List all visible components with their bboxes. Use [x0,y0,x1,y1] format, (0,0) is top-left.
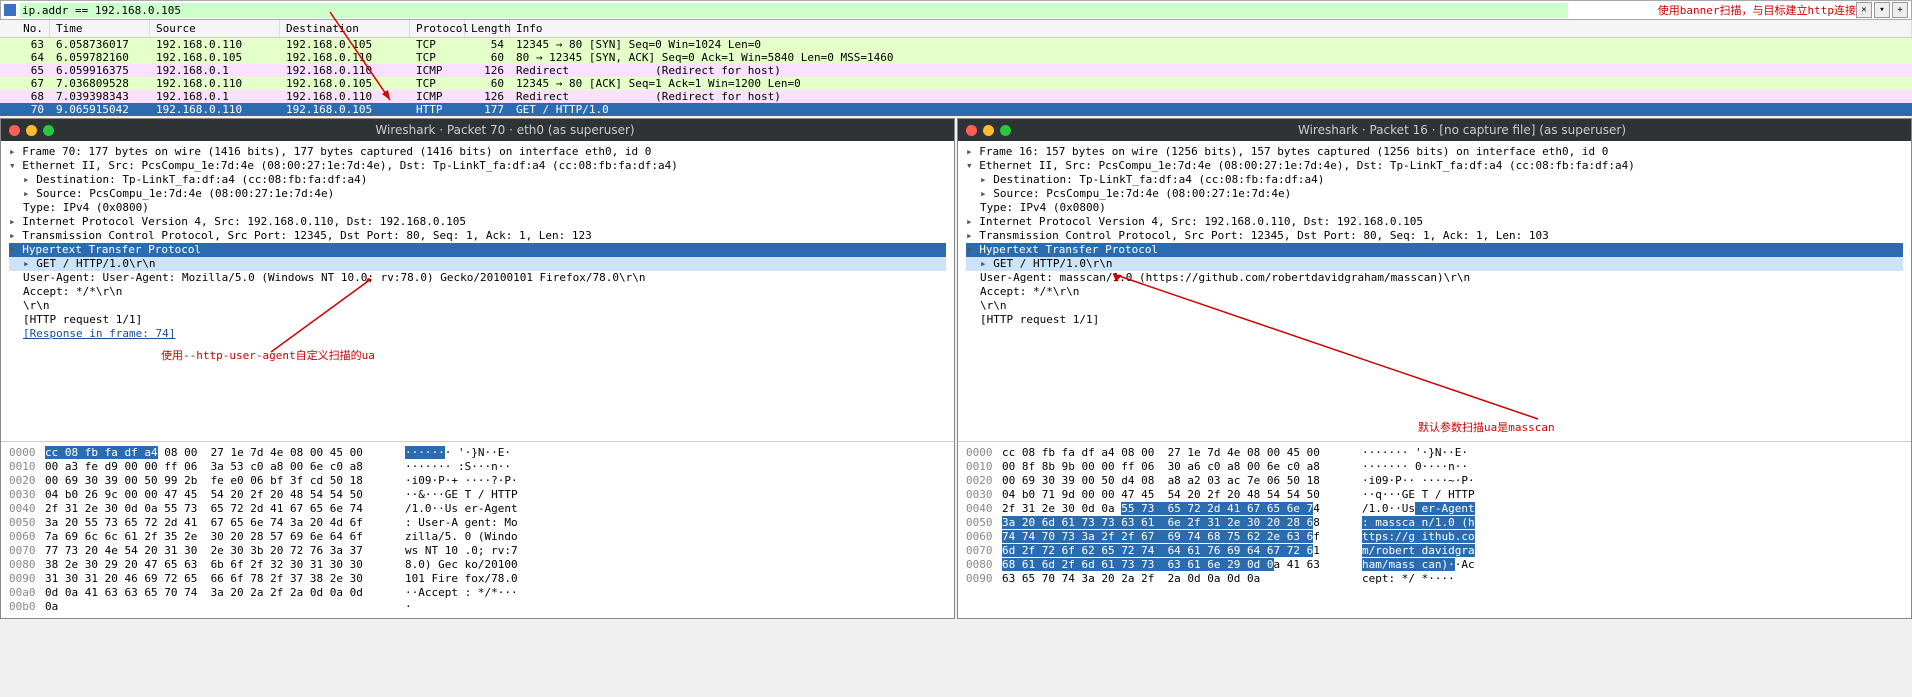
packet-row[interactable]: 646.059782160192.168.0.105192.168.0.110T… [0,51,1912,64]
hex-row[interactable]: 009063 65 70 74 3a 20 2a 2f 2a 0d 0a 0d … [966,572,1903,586]
tree-node[interactable]: Accept: */*\r\n [9,285,946,299]
hex-row[interactable]: 008038 2e 30 29 20 47 65 63 6b 6f 2f 32 … [9,558,946,572]
col-length[interactable]: Length [465,20,510,37]
window-title-right: Wireshark · Packet 16 · [no capture file… [1021,123,1903,137]
add-filter-button[interactable]: + [1892,2,1908,18]
hex-row[interactable]: 007077 73 20 4e 54 20 31 30 2e 30 3b 20 … [9,544,946,558]
tree-node[interactable]: Ethernet II, Src: PcsCompu_1e:7d:4e (08:… [966,159,1903,173]
tree-node[interactable]: Internet Protocol Version 4, Src: 192.16… [9,215,946,229]
hex-row[interactable]: 003004 b0 26 9c 00 00 47 45 54 20 2f 20 … [9,488,946,502]
tree-node[interactable]: Transmission Control Protocol, Src Port:… [9,229,946,243]
annotation-ua-custom: 使用--http-user-agent自定义扫描的ua [161,347,375,363]
display-filter-input[interactable] [20,3,1568,18]
hex-row[interactable]: 00b00a· [9,600,946,614]
tree-node[interactable]: User-Agent: masscan/1.0 (https://github.… [966,271,1903,285]
packet-list-header: No. Time Source Destination Protocol Len… [0,20,1912,38]
tree-node[interactable]: Hypertext Transfer Protocol [966,243,1903,257]
tree-node[interactable]: Accept: */*\r\n [966,285,1903,299]
tree-node[interactable]: [Response in frame: 74] [9,327,946,341]
hex-pane-left[interactable]: 0000cc 08 fb fa df a4 08 00 27 1e 7d 4e … [1,441,954,618]
hex-row[interactable]: 00a00d 0a 41 63 63 65 70 74 3a 20 2a 2f … [9,586,946,600]
col-destination[interactable]: Destination [280,20,410,37]
filter-dropdown-button[interactable]: ▾ [1874,2,1890,18]
tree-node[interactable]: User-Agent: User-Agent: Mozilla/5.0 (Win… [9,271,946,285]
tree-node[interactable]: \r\n [9,299,946,313]
window-title-left: Wireshark · Packet 70 · eth0 (as superus… [64,123,946,137]
hex-row[interactable]: 0000cc 08 fb fa df a4 08 00 27 1e 7d 4e … [9,446,946,460]
titlebar-left[interactable]: Wireshark · Packet 70 · eth0 (as superus… [1,119,954,141]
maximize-icon[interactable] [43,125,54,136]
packet-detail-window-right: Wireshark · Packet 16 · [no capture file… [957,118,1912,619]
hex-row[interactable]: 00706d 2f 72 6f 62 65 72 74 64 61 76 69 … [966,544,1903,558]
tree-node[interactable]: Source: PcsCompu_1e:7d:4e (08:00:27:1e:7… [9,187,946,201]
bookmark-icon[interactable] [4,4,16,16]
tree-node[interactable]: Transmission Control Protocol, Src Port:… [966,229,1903,243]
display-filter-bar: 使用banner扫描，与目标建立http连接 ✕ ▾ + [0,0,1912,20]
tree-node[interactable]: Frame 16: 157 bytes on wire (1256 bits),… [966,145,1903,159]
tree-node[interactable]: \r\n [966,299,1903,313]
packet-list-pane: No. Time Source Destination Protocol Len… [0,20,1912,116]
packet-row[interactable]: 677.036809528192.168.0.110192.168.0.105T… [0,77,1912,90]
tree-node[interactable]: [HTTP request 1/1] [9,313,946,327]
minimize-icon[interactable] [26,125,37,136]
tree-node[interactable]: GET / HTTP/1.0\r\n [9,257,946,271]
close-icon[interactable] [966,125,977,136]
clear-filter-button[interactable]: ✕ [1856,2,1872,18]
packet-row[interactable]: 687.039398343192.168.0.1192.168.0.110ICM… [0,90,1912,103]
packet-detail-window-left: Wireshark · Packet 70 · eth0 (as superus… [0,118,955,619]
hex-row[interactable]: 00402f 31 2e 30 0d 0a 55 73 65 72 2d 41 … [9,502,946,516]
col-source[interactable]: Source [150,20,280,37]
packet-row[interactable]: 709.065915042192.168.0.110192.168.0.105H… [0,103,1912,116]
packet-details-tree-right[interactable]: Frame 16: 157 bytes on wire (1256 bits),… [958,141,1911,441]
hex-row[interactable]: 001000 8f 8b 9b 00 00 ff 06 30 a6 c0 a8 … [966,460,1903,474]
hex-row[interactable]: 00607a 69 6c 6c 61 2f 35 2e 30 20 28 57 … [9,530,946,544]
hex-row[interactable]: 001000 a3 fe d9 00 00 ff 06 3a 53 c0 a8 … [9,460,946,474]
hex-row[interactable]: 003004 b0 71 9d 00 00 47 45 54 20 2f 20 … [966,488,1903,502]
close-icon[interactable] [9,125,20,136]
hex-row[interactable]: 00503a 20 6d 61 73 73 63 61 6e 2f 31 2e … [966,516,1903,530]
tree-node[interactable]: Hypertext Transfer Protocol [9,243,946,257]
hex-row[interactable]: 00402f 31 2e 30 0d 0a 55 73 65 72 2d 41 … [966,502,1903,516]
tree-node[interactable]: Type: IPv4 (0x0800) [9,201,946,215]
packet-row[interactable]: 656.059916375192.168.0.1192.168.0.110ICM… [0,64,1912,77]
hex-row[interactable]: 006074 74 70 73 3a 2f 2f 67 69 74 68 75 … [966,530,1903,544]
tree-node[interactable]: Type: IPv4 (0x0800) [966,201,1903,215]
packet-row[interactable]: 636.058736017192.168.0.110192.168.0.105T… [0,38,1912,51]
tree-node[interactable]: Internet Protocol Version 4, Src: 192.16… [966,215,1903,229]
minimize-icon[interactable] [983,125,994,136]
hex-row[interactable]: 009031 30 31 20 46 69 72 65 66 6f 78 2f … [9,572,946,586]
hex-pane-right[interactable]: 0000cc 08 fb fa df a4 08 00 27 1e 7d 4e … [958,441,1911,590]
hex-row[interactable]: 002000 69 30 39 00 50 d4 08 a8 a2 03 ac … [966,474,1903,488]
hex-row[interactable]: 008068 61 6d 2f 6d 61 73 73 63 61 6e 29 … [966,558,1903,572]
col-no[interactable]: No. [0,20,50,37]
col-protocol[interactable]: Protocol [410,20,465,37]
tree-node[interactable]: GET / HTTP/1.0\r\n [966,257,1903,271]
hex-row[interactable]: 0000cc 08 fb fa df a4 08 00 27 1e 7d 4e … [966,446,1903,460]
tree-node[interactable]: Destination: Tp-LinkT_fa:df:a4 (cc:08:fb… [966,173,1903,187]
annotation-filter: 使用banner扫描，与目标建立http连接 [1658,2,1856,18]
annotation-ua-default: 默认参数扫描ua是masscan [1418,419,1555,435]
tree-node[interactable]: Source: PcsCompu_1e:7d:4e (08:00:27:1e:7… [966,187,1903,201]
tree-node[interactable]: [HTTP request 1/1] [966,313,1903,327]
titlebar-right[interactable]: Wireshark · Packet 16 · [no capture file… [958,119,1911,141]
hex-row[interactable]: 00503a 20 55 73 65 72 2d 41 67 65 6e 74 … [9,516,946,530]
hex-row[interactable]: 002000 69 30 39 00 50 99 2b fe e0 06 bf … [9,474,946,488]
tree-node[interactable]: Ethernet II, Src: PcsCompu_1e:7d:4e (08:… [9,159,946,173]
maximize-icon[interactable] [1000,125,1011,136]
tree-node[interactable]: Frame 70: 177 bytes on wire (1416 bits),… [9,145,946,159]
col-info[interactable]: Info [510,20,1912,37]
tree-node[interactable]: Destination: Tp-LinkT_fa:df:a4 (cc:08:fb… [9,173,946,187]
col-time[interactable]: Time [50,20,150,37]
packet-details-tree-left[interactable]: Frame 70: 177 bytes on wire (1416 bits),… [1,141,954,441]
